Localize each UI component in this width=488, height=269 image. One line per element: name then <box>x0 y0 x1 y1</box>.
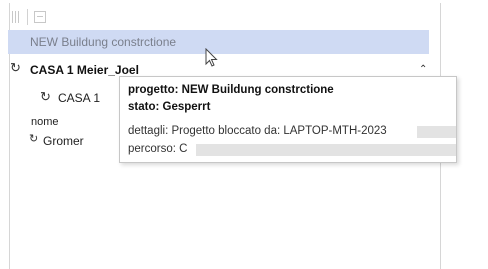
project-label: NEW Buildung constrctione <box>30 35 177 49</box>
tooltip-path: percorso: C <box>128 143 188 155</box>
refresh-icon[interactable]: ↻ <box>10 61 21 74</box>
chevron-up-icon[interactable]: ⌃ <box>419 64 427 75</box>
tooltip-details: dettagli: Progetto bloccato da: LAPTOP-M… <box>128 125 387 137</box>
field-value-label: Gromer <box>43 134 84 148</box>
redaction-bar <box>196 144 456 156</box>
redaction-bar <box>417 126 456 138</box>
refresh-icon[interactable]: ↻ <box>40 90 51 103</box>
columns-icon[interactable] <box>12 11 22 23</box>
mouse-pointer-icon <box>205 47 219 73</box>
tooltip: progetto: NEW Buildung constrctione stat… <box>119 76 457 163</box>
exit-icon[interactable] <box>34 11 46 23</box>
tree-toolbar <box>10 3 440 29</box>
group-label: CASA 1 Meier_Joel <box>30 63 139 77</box>
tooltip-project: progetto: NEW Buildung constrctione <box>128 84 334 96</box>
tooltip-status: stato: Gesperrt <box>128 101 211 113</box>
sub-label: CASA 1 <box>58 91 101 105</box>
field-name-label: nome <box>31 116 59 128</box>
toolbar-separator <box>27 9 28 25</box>
refresh-icon[interactable]: ↻ <box>29 134 38 145</box>
